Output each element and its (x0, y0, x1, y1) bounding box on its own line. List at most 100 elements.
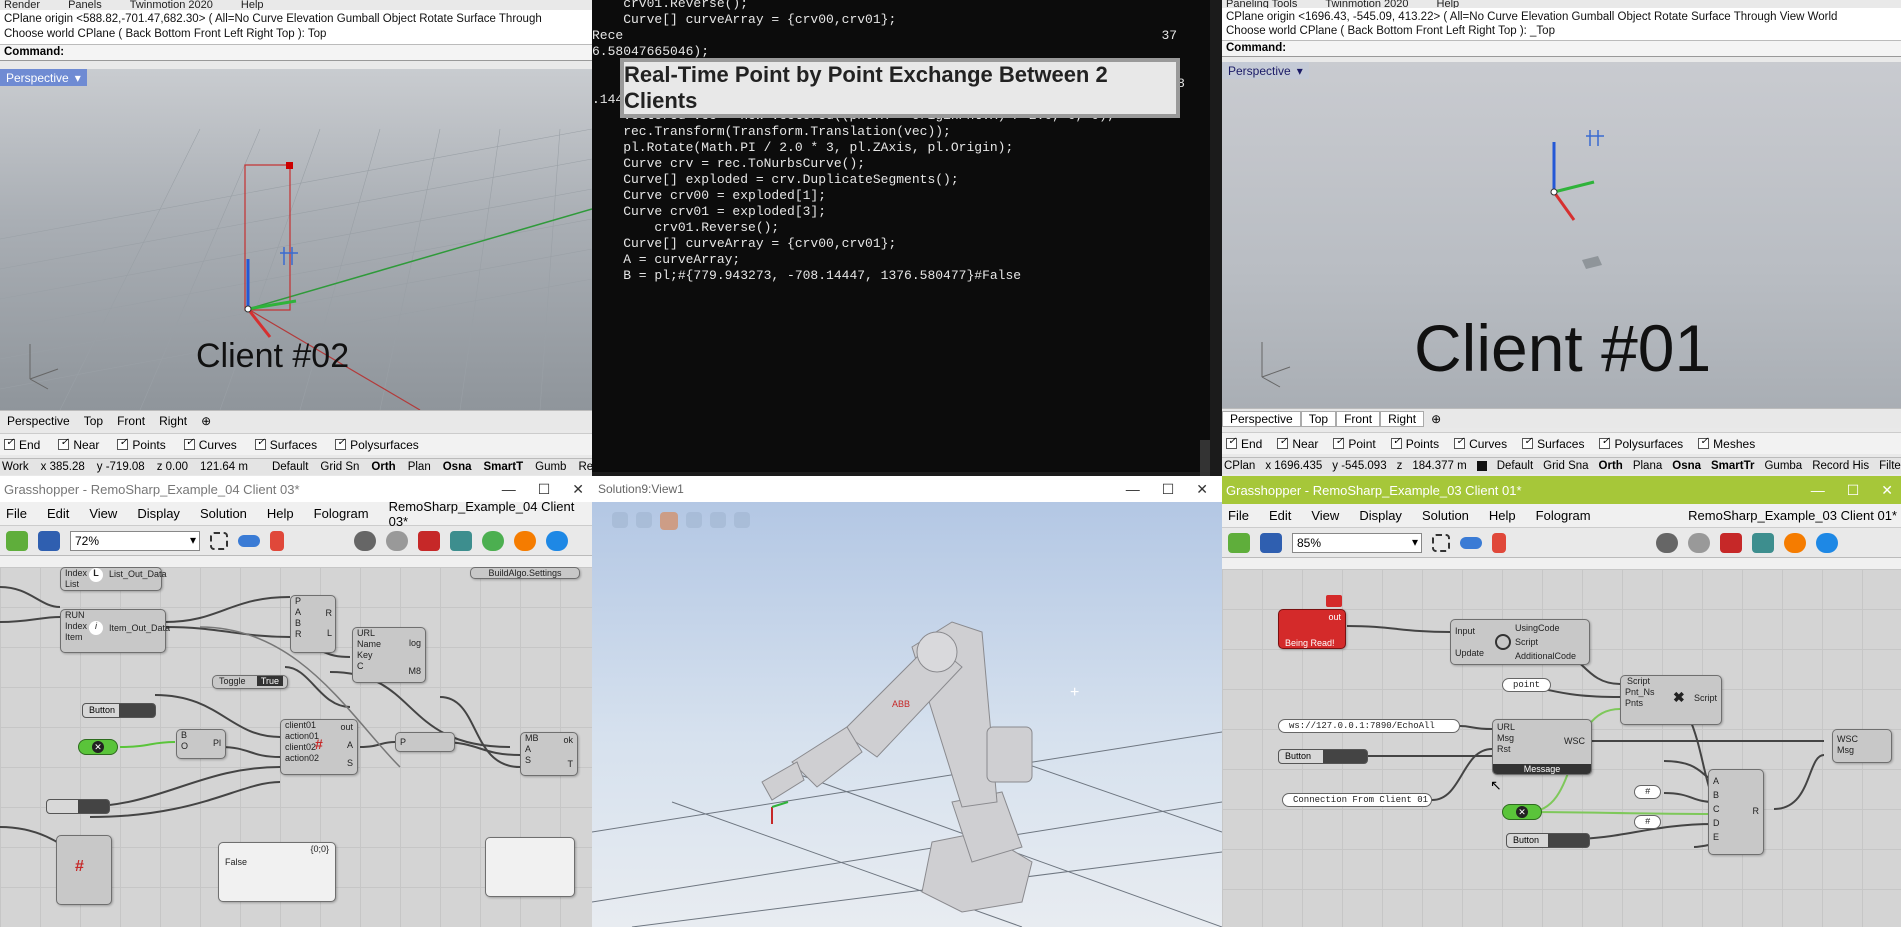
menu-edit[interactable]: Edit (47, 506, 69, 521)
code-reader-node[interactable]: Input Update UsingCode Script Additional… (1450, 619, 1590, 665)
zoom-dropdown[interactable]: 85% (1292, 532, 1422, 553)
command-line[interactable]: Command: (1222, 41, 1901, 57)
preview-eye-icon[interactable] (1460, 536, 1482, 549)
add-tab-icon[interactable]: ⊕ (194, 414, 218, 428)
menu-fologram[interactable]: Fologram (1536, 508, 1591, 523)
status-planar[interactable]: Plan (408, 461, 431, 473)
bo-node[interactable]: B O Pl (176, 729, 226, 759)
menu-display[interactable]: Display (1359, 508, 1402, 523)
bake-icon[interactable] (1752, 532, 1774, 553)
merge-node[interactable]: A B C D E R (1708, 769, 1764, 855)
osnap-surfaces[interactable]: Surfaces (254, 437, 317, 452)
tab-top[interactable]: Top (1300, 410, 1337, 427)
being-read-node[interactable]: out Being Read! (1278, 609, 1346, 649)
add-tab-icon[interactable]: ⊕ (1424, 412, 1448, 426)
open-file-icon[interactable] (1228, 532, 1250, 553)
maximize-icon[interactable]: ☐ (1162, 481, 1175, 498)
menu-help[interactable]: Help (1437, 0, 1460, 8)
status-record[interactable]: Record H (578, 461, 592, 473)
minimize-icon[interactable]: — (1811, 482, 1825, 499)
osnap-near[interactable]: Near (1277, 436, 1318, 451)
prlbr-node[interactable]: P A B R R L (290, 595, 336, 653)
connection-text-param[interactable]: Connection From Client 01 (1282, 793, 1432, 807)
toggle-x-node[interactable]: ✕ (1502, 804, 1542, 820)
close-icon[interactable]: ✕ (572, 481, 584, 498)
status-gridsnap[interactable]: Grid Sna (1543, 460, 1588, 472)
false-panel[interactable]: {0;0} False (218, 842, 336, 902)
menu-display[interactable]: Display (137, 506, 180, 521)
menu-solution[interactable]: Solution (1422, 508, 1469, 523)
status-record[interactable]: Record His (1812, 460, 1869, 472)
perspective-viewport[interactable]: Perspective ▾ Client #02 (0, 69, 592, 410)
menu-help[interactable]: Help (1489, 508, 1516, 523)
tab-perspective[interactable]: Perspective (0, 414, 77, 428)
status-filter[interactable]: Filte (1879, 460, 1901, 472)
render-icon[interactable] (1784, 532, 1806, 553)
button-node-2[interactable]: Button (1506, 833, 1590, 848)
zoom-extents-icon[interactable] (210, 531, 228, 550)
osnap-polysurfaces[interactable]: Polysurfaces (1599, 436, 1683, 451)
sphere-icon[interactable] (1816, 532, 1838, 553)
osnap-polysurfaces[interactable]: Polysurfaces (335, 437, 419, 452)
toggle-node[interactable]: Toggle True (212, 675, 288, 689)
osnap-surfaces[interactable]: Surfaces (1522, 436, 1584, 451)
tab-perspective[interactable]: Perspective (1222, 410, 1301, 427)
osnap-end[interactable]: End (1226, 436, 1262, 451)
menu-fologram[interactable]: Fologram (314, 506, 369, 521)
toggle-value[interactable]: True (256, 676, 283, 686)
tab-right[interactable]: Right (152, 414, 194, 428)
robot-3d-view[interactable]: ABB + (592, 502, 1222, 927)
list-out-node[interactable]: Index List List_Out_Data L (60, 567, 167, 591)
wire-display-icon[interactable] (354, 530, 376, 551)
menu-twinmotion[interactable]: Twinmotion 2020 (130, 0, 213, 10)
status-ortho[interactable]: Orth (1599, 460, 1623, 472)
sketch-icon[interactable] (270, 530, 284, 551)
close-icon[interactable]: ✕ (1196, 481, 1208, 498)
material-icon[interactable] (482, 530, 504, 551)
sketch-icon[interactable] (1492, 532, 1506, 553)
menu-paneling-tools[interactable]: Paneling Tools (1226, 0, 1297, 8)
msg-node[interactable]: MB A S ok T (520, 732, 578, 776)
settings-node[interactable]: BuildAlgo.Settings (470, 567, 580, 579)
selected-preview-icon[interactable] (418, 530, 440, 551)
close-icon[interactable]: ✕ (1881, 482, 1893, 499)
menu-help[interactable]: Help (267, 506, 294, 521)
tab-top[interactable]: Top (77, 414, 110, 428)
sphere-icon[interactable] (546, 530, 568, 551)
url-node[interactable]: URL Name Key C log M8 (352, 627, 426, 683)
clients-node[interactable]: client01 action01 client02 action02 out … (280, 719, 358, 775)
zoom-dropdown[interactable]: 72% (70, 530, 200, 551)
toggle-x-node[interactable]: ✕ (78, 739, 118, 755)
gh-canvas[interactable]: Index List List_Out_Data L RUN Index Ite… (0, 567, 592, 927)
point-param[interactable]: point (1502, 678, 1552, 692)
button-node[interactable]: Button (82, 703, 156, 718)
item-out-node[interactable]: RUN Index Item Item_Out_Data i (60, 609, 170, 653)
tab-right[interactable]: Right (1380, 410, 1425, 427)
wsc-node[interactable]: URL Msg Rst WSC Message (1492, 719, 1592, 775)
save-icon[interactable] (1260, 532, 1282, 553)
status-smarttrack[interactable]: SmartTr (1711, 460, 1754, 472)
status-ortho[interactable]: Orth (371, 461, 395, 473)
status-gridsnap[interactable]: Grid Sn (320, 461, 359, 473)
tab-front[interactable]: Front (1336, 410, 1381, 427)
minimize-icon[interactable]: — (502, 481, 516, 498)
osnap-curves[interactable]: Curves (183, 437, 237, 452)
selected-preview-icon[interactable] (1720, 532, 1742, 553)
shaded-preview-icon[interactable] (386, 530, 408, 551)
panel-node-2[interactable] (485, 837, 575, 897)
minimize-icon[interactable]: — (1126, 481, 1140, 498)
perspective-viewport[interactable]: Perspective ▾ Client #01 (1222, 62, 1901, 410)
status-osnap[interactable]: Osna (443, 461, 472, 473)
zoom-extents-icon[interactable] (1432, 533, 1450, 552)
osnap-points[interactable]: Points (117, 437, 166, 452)
save-icon[interactable] (38, 530, 60, 551)
maximize-icon[interactable]: ☐ (538, 481, 551, 498)
button-node[interactable]: Button (1278, 749, 1368, 764)
status-gumball[interactable]: Gumba (1764, 460, 1802, 472)
ws-url-param[interactable]: ws://127.0.0.1:7890/EchoAll (1278, 719, 1460, 733)
status-layer[interactable]: Default (1497, 460, 1533, 472)
tab-front[interactable]: Front (110, 414, 152, 428)
menu-view[interactable]: View (1311, 508, 1339, 523)
wsc-send-node[interactable]: WSC Msg (1832, 729, 1892, 763)
menu-file[interactable]: File (1228, 508, 1249, 523)
